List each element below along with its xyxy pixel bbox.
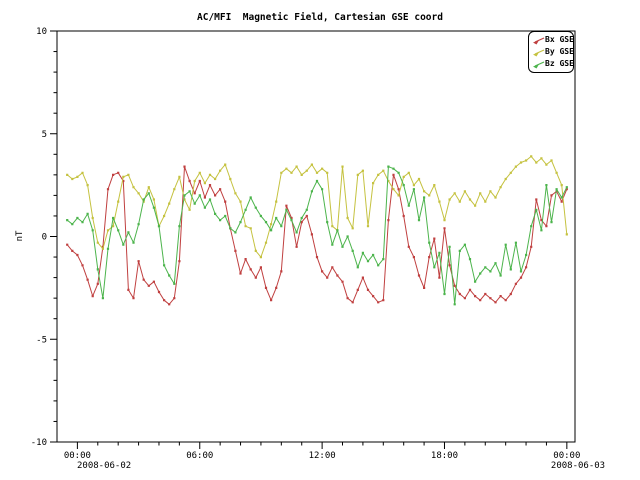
x-tick-label: 12:00 [309, 451, 336, 461]
x-tick-label: 18:00 [431, 451, 458, 461]
legend-marker-by-icon [531, 47, 545, 57]
series-markers-bx-gse [66, 166, 568, 306]
series-markers-by-gse [66, 155, 568, 258]
series-line-bx-gse [67, 167, 567, 305]
legend-item-bz: Bz GSE [531, 58, 571, 70]
y-tick-label: 10 [36, 27, 47, 37]
legend-item-bx: Bx GSE [531, 34, 571, 46]
x-tick-label: 00:00 [64, 451, 91, 461]
x-tick-label: 00:00 [553, 451, 580, 461]
x-tick-label: 06:00 [186, 451, 213, 461]
legend-marker-bz-icon [531, 59, 545, 69]
x-axis-date-end: 2008-06-03 [551, 461, 605, 471]
axis-tick-labels: -10 -5 0 5 10 00:00 06:00 12:00 18:00 00:00 [31, 27, 581, 461]
y-tick-label: 0 [42, 233, 47, 243]
y-tick-label: -5 [36, 335, 47, 345]
legend-item-by: By GSE [531, 46, 571, 58]
x-axis-date-start: 2008-06-02 [77, 461, 131, 471]
legend-label-bz: Bz GSE [545, 58, 574, 70]
data-series [66, 155, 568, 305]
y-tick-label: 5 [42, 130, 47, 140]
legend-marker-bx-icon [531, 35, 545, 45]
plot-window: AC/MFI Magnetic Field, Cartesian GSE coo… [0, 0, 640, 480]
legend-label-bx: Bx GSE [545, 34, 574, 46]
legend-label-by: By GSE [545, 46, 574, 58]
chart-title: AC/MFI Magnetic Field, Cartesian GSE coo… [197, 12, 443, 23]
series-markers-bz-gse [66, 166, 568, 306]
y-tick-label: -10 [31, 438, 47, 448]
legend: Bx GSE By GSE Bz GSE [528, 31, 574, 73]
y-axis-label: nT [15, 230, 25, 241]
axis-ticks [50, 31, 567, 449]
series-line-bz-gse [67, 167, 567, 305]
